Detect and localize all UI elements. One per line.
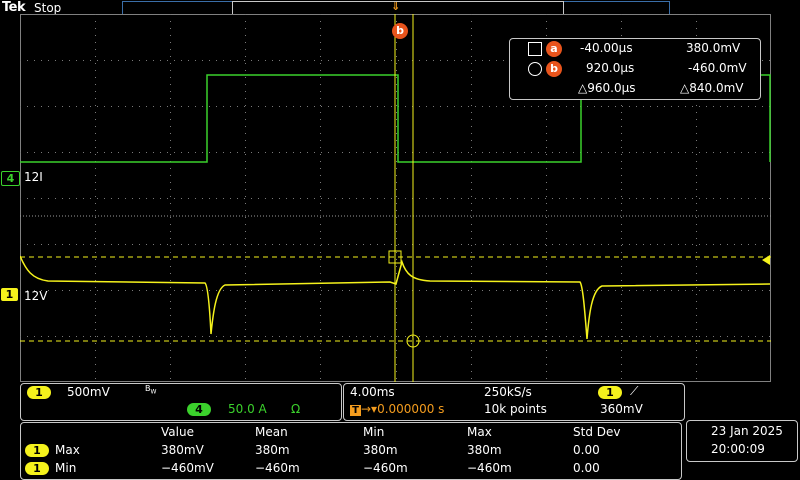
horizontal-trigger-panel[interactable]: 4.00ms 250kS/s 1 ⟋ T →▾0.000000 s 10k poi… — [343, 383, 685, 421]
trigger-position-t-icon: T — [350, 405, 361, 416]
cursor-a-time: -40.00µs — [580, 41, 633, 55]
row-value: −460mV — [161, 461, 214, 475]
cursor-a-row: a -40.00µs 380.0mV — [510, 40, 760, 58]
cursor-delta-value: △840.0mV — [680, 81, 744, 95]
date-time-display[interactable]: 23 Jan 2025 20:00:09 — [686, 420, 798, 462]
brand-logo: Tek — [2, 0, 26, 15]
col-header-std-dev: Std Dev — [573, 425, 621, 439]
col-header-min: Min — [363, 425, 385, 439]
ch4-ground-marker[interactable]: 4 — [1, 171, 20, 186]
trigger-position-value: 0.000000 s — [377, 402, 445, 416]
col-header-max: Max — [467, 425, 492, 439]
row-min: 380m — [363, 443, 398, 457]
cursor-b-value: -460.0mV — [688, 61, 747, 75]
cursor-a-badge: a — [546, 41, 562, 57]
trigger-level[interactable]: 360mV — [600, 402, 643, 416]
cursor-b-time: 920.0µs — [586, 61, 635, 75]
ch1-scale-badge[interactable]: 1 — [27, 386, 51, 399]
vertical-settings-panel[interactable]: 1 500mV BW 4 50.0 A Ω — [20, 383, 342, 421]
cursor-b-top-badge[interactable]: b — [392, 23, 408, 39]
trigger-delay-row[interactable]: T →▾0.000000 s — [350, 402, 444, 416]
cursor-b-circle-icon — [528, 62, 542, 76]
row-std-dev: 0.00 — [573, 461, 600, 475]
row-mean: 380m — [255, 443, 290, 457]
row-value: 380mV — [161, 443, 204, 457]
row-min: −460m — [363, 461, 408, 475]
time: 20:00:09 — [711, 442, 765, 456]
ch4-scale-badge[interactable]: 4 — [187, 403, 211, 416]
cursor-a-square-icon — [528, 42, 542, 56]
col-header-value: Value — [161, 425, 194, 439]
time-per-div[interactable]: 4.00ms — [350, 385, 395, 399]
row-channel-badge: 1 — [25, 462, 49, 475]
cursor-delta-time: △960.0µs — [578, 81, 636, 95]
row-mean: −460m — [255, 461, 300, 475]
ohm-icon: Ω — [291, 402, 301, 416]
ch4-trace-label: 12I — [24, 170, 43, 184]
row-std-dev: 0.00 — [573, 443, 600, 457]
cursor-b-row: b 920.0µs -460.0mV — [510, 60, 760, 78]
cursor-a-value: 380.0mV — [686, 41, 741, 55]
bandwidth-limit-icon: BW — [145, 384, 157, 396]
cursor-b-badge: b — [546, 61, 562, 77]
ch4-scale[interactable]: 50.0 A — [228, 402, 267, 416]
date: 23 Jan 2025 — [711, 424, 783, 438]
trigger-source-badge[interactable]: 1 — [598, 386, 622, 399]
cursor-readout-panel[interactable]: a -40.00µs 380.0mV b 920.0µs -460.0mV △9… — [509, 38, 761, 100]
row-max: 380m — [467, 443, 502, 457]
trigger-level-icon — [762, 255, 770, 265]
acquisition-status[interactable]: Stop — [34, 1, 61, 15]
row-channel-badge: 1 — [25, 444, 49, 457]
row-name: Max — [55, 443, 80, 457]
row-name: Min — [55, 461, 77, 475]
ch1-trace-label: 12V — [24, 289, 48, 303]
ch1-scale[interactable]: 500mV — [67, 385, 110, 399]
measurement-table[interactable]: Value Mean Min Max Std Dev 1 Max 380mV 3… — [20, 422, 682, 480]
arrow-right-icon: →▾ — [361, 402, 378, 416]
sample-rate[interactable]: 250kS/s — [484, 385, 532, 399]
rising-edge-icon: ⟋ — [630, 384, 639, 398]
row-max: −460m — [467, 461, 512, 475]
trigger-position-icon[interactable]: ⇓ — [391, 0, 400, 13]
cursor-delta-row: △960.0µs △840.0mV — [510, 80, 760, 98]
ch1-ground-marker[interactable]: 1 — [1, 288, 18, 301]
record-length[interactable]: 10k points — [484, 402, 547, 416]
col-header-mean: Mean — [255, 425, 288, 439]
